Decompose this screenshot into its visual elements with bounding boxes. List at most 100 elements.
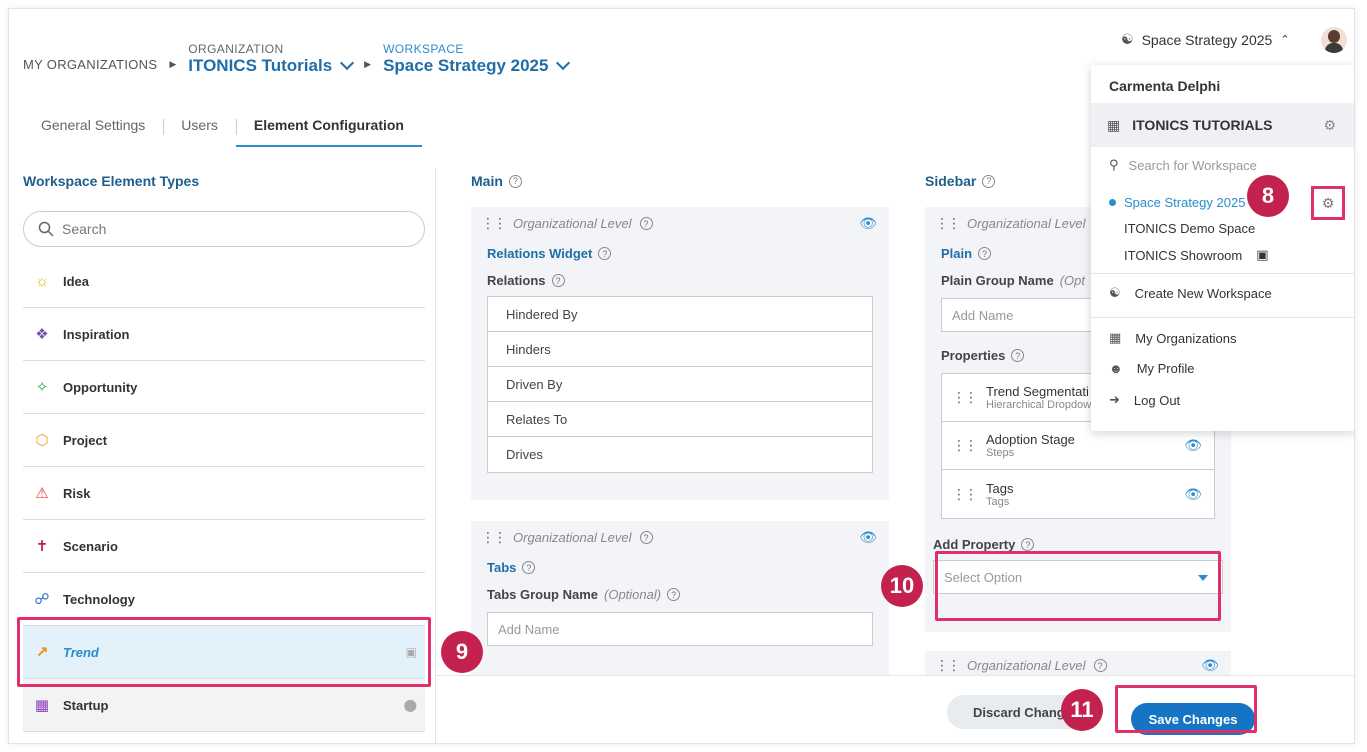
building-icon: ▦ — [34, 697, 50, 714]
workspace-item-demo-space[interactable]: ITONICS Demo Space — [1124, 221, 1255, 236]
app-frame: MY ORGANIZATIONS ▶ ORGANIZATION ITONICS … — [8, 8, 1355, 744]
visibility-icon[interactable]: 👁 — [859, 529, 877, 546]
toggle-icon[interactable]: ⬤ — [404, 698, 417, 712]
breadcrumb-organization[interactable]: ORGANIZATION ITONICS Tutorials — [188, 43, 355, 76]
property-item[interactable]: ⋮⋮ Tags Tags 👁 — [942, 470, 1214, 518]
my-profile-link[interactable]: ☻ My Profile — [1109, 361, 1194, 376]
element-type-inspiration[interactable]: ❖ Inspiration — [23, 308, 425, 361]
element-type-project[interactable]: ⬡ Project — [23, 414, 425, 467]
help-icon[interactable]: ? — [551, 274, 565, 287]
relation-item[interactable]: Relates To — [488, 402, 872, 437]
element-types-title: Workspace Element Types — [23, 173, 200, 189]
properties-label-text: Properties — [941, 348, 1006, 363]
drag-handle-icon[interactable]: ⋮⋮ — [952, 389, 978, 406]
save-highlight — [1115, 685, 1257, 733]
relation-item[interactable]: Drives — [488, 437, 872, 472]
hexagon-icon: ⬡ — [35, 432, 49, 449]
element-type-label: Scenario — [63, 538, 118, 554]
organizational-level-row: ⋮⋮ Organizational Level ? 👁 — [471, 521, 889, 554]
element-type-label: Risk — [63, 485, 91, 501]
field-label-text: Plain Group Name — [941, 273, 1054, 288]
person-icon: ☻ — [1109, 361, 1123, 376]
menu-organization[interactable]: ▦ ITONICS TUTORIALS ⚙ — [1091, 103, 1354, 147]
property-type: Steps — [986, 447, 1015, 459]
help-icon[interactable]: ? — [978, 247, 992, 260]
help-icon[interactable]: ? — [522, 561, 536, 574]
widget-title: Tabs ? — [471, 554, 889, 581]
element-type-idea[interactable]: ☼ Idea — [23, 255, 425, 308]
active-dot-icon — [1109, 199, 1116, 206]
tab-users[interactable]: Users — [163, 107, 236, 147]
create-workspace-link[interactable]: ☯ Create New Workspace — [1109, 285, 1272, 301]
workspace-gear-icon[interactable]: ⚙ — [1311, 186, 1345, 220]
relation-item[interactable]: Hindered By — [488, 297, 872, 332]
drag-handle-icon[interactable]: ⋮⋮ — [935, 657, 961, 674]
lock-icon: ▣ — [1256, 247, 1269, 262]
element-type-risk[interactable]: ⚠ Risk — [23, 467, 425, 520]
relation-item[interactable]: Hinders — [488, 332, 872, 367]
sidebar-column-title: Sidebar ? — [925, 173, 996, 189]
help-icon[interactable]: ? — [639, 217, 653, 230]
element-type-opportunity[interactable]: ✧ Opportunity — [23, 361, 425, 414]
help-icon[interactable]: ? — [639, 531, 653, 544]
drag-handle-icon[interactable]: ⋮⋮ — [952, 486, 978, 503]
workspace-item-showroom[interactable]: ITONICS Showroom ▣ — [1124, 247, 1269, 263]
help-icon[interactable]: ? — [982, 174, 996, 188]
help-icon[interactable]: ? — [667, 588, 681, 601]
network-icon: ✧ — [35, 379, 49, 396]
help-icon[interactable]: ? — [508, 174, 522, 188]
building-icon: ▦ — [1107, 116, 1121, 133]
relation-item[interactable]: Driven By — [488, 367, 872, 402]
widget-title: Relations Widget ? — [471, 240, 889, 267]
visibility-icon[interactable]: 👁 — [1201, 657, 1219, 674]
element-type-scenario[interactable]: ✝ Scenario — [23, 520, 425, 573]
link-text: My Organizations — [1135, 330, 1237, 346]
users-icon: ☯ — [1121, 31, 1134, 47]
visibility-icon[interactable]: 👁 — [1184, 486, 1202, 503]
link-text: Log Out — [1133, 392, 1181, 408]
help-icon[interactable]: ? — [598, 247, 612, 260]
visibility-icon[interactable]: 👁 — [859, 215, 877, 232]
my-organizations-link[interactable]: ▦ My Organizations — [1109, 330, 1236, 346]
property-type: Tags — [986, 495, 1010, 508]
workspace-name: Space Strategy 2025 — [383, 56, 549, 75]
property-name: Tags — [986, 480, 1014, 496]
tab-element-configuration[interactable]: Element Configuration — [235, 107, 422, 147]
breadcrumb-my-organizations[interactable]: MY ORGANIZATIONS — [23, 57, 157, 76]
chevron-down-icon[interactable] — [556, 55, 571, 71]
settings-tabs: General Settings Users Element Configura… — [23, 107, 422, 147]
log-out-link[interactable]: ➜ Log Out — [1109, 392, 1180, 408]
chevron-down-icon[interactable] — [340, 55, 355, 71]
drag-handle-icon[interactable]: ⋮⋮ — [952, 437, 978, 454]
help-icon[interactable]: ? — [1093, 659, 1107, 672]
workspace-switcher[interactable]: ☯ Space Strategy 2025 ⌃ — [1121, 31, 1290, 48]
property-type: Hierarchical Dropdown — [986, 399, 1098, 411]
workspace-search-input[interactable]: ⚲ Search for Workspace — [1109, 157, 1257, 173]
breadcrumb: MY ORGANIZATIONS ▶ ORGANIZATION ITONICS … — [23, 43, 571, 76]
visibility-icon[interactable]: 👁 — [1184, 437, 1202, 454]
level-label: Organizational Level — [513, 530, 632, 545]
drag-handle-icon[interactable]: ⋮⋮ — [935, 215, 961, 232]
drag-handle-icon[interactable]: ⋮⋮ — [481, 529, 507, 546]
drag-handle-icon[interactable]: ⋮⋮ — [481, 215, 507, 232]
relations-list: Hindered By Hinders Driven By Relates To… — [487, 296, 873, 473]
organization-name: ITONICS Tutorials — [188, 56, 333, 75]
element-type-label: Opportunity — [63, 379, 138, 395]
tab-general-settings[interactable]: General Settings — [23, 107, 163, 147]
element-type-search-input[interactable]: Search — [23, 211, 425, 247]
breadcrumb-workspace[interactable]: WORKSPACE Space Strategy 2025 — [383, 43, 571, 76]
workspace-name: Space Strategy 2025 — [1124, 195, 1246, 210]
avatar[interactable] — [1321, 27, 1347, 53]
workspace-name: ITONICS Showroom — [1124, 247, 1243, 263]
tabs-group-name-input[interactable]: Add Name — [487, 612, 873, 646]
alarm-icon: ⚠ — [35, 485, 49, 502]
workspace-item-space-strategy[interactable]: Space Strategy 2025 — [1109, 195, 1245, 210]
help-icon[interactable]: ? — [1021, 538, 1035, 551]
callout-badge: 10 — [881, 565, 923, 607]
property-name: Trend Segmentati — [986, 384, 1089, 399]
gear-icon[interactable]: ⚙ — [1323, 117, 1336, 134]
menu-divider — [1091, 273, 1354, 274]
relations-label: Relations ? — [471, 267, 889, 294]
trend-highlight — [17, 617, 431, 687]
help-icon[interactable]: ? — [1011, 349, 1025, 362]
